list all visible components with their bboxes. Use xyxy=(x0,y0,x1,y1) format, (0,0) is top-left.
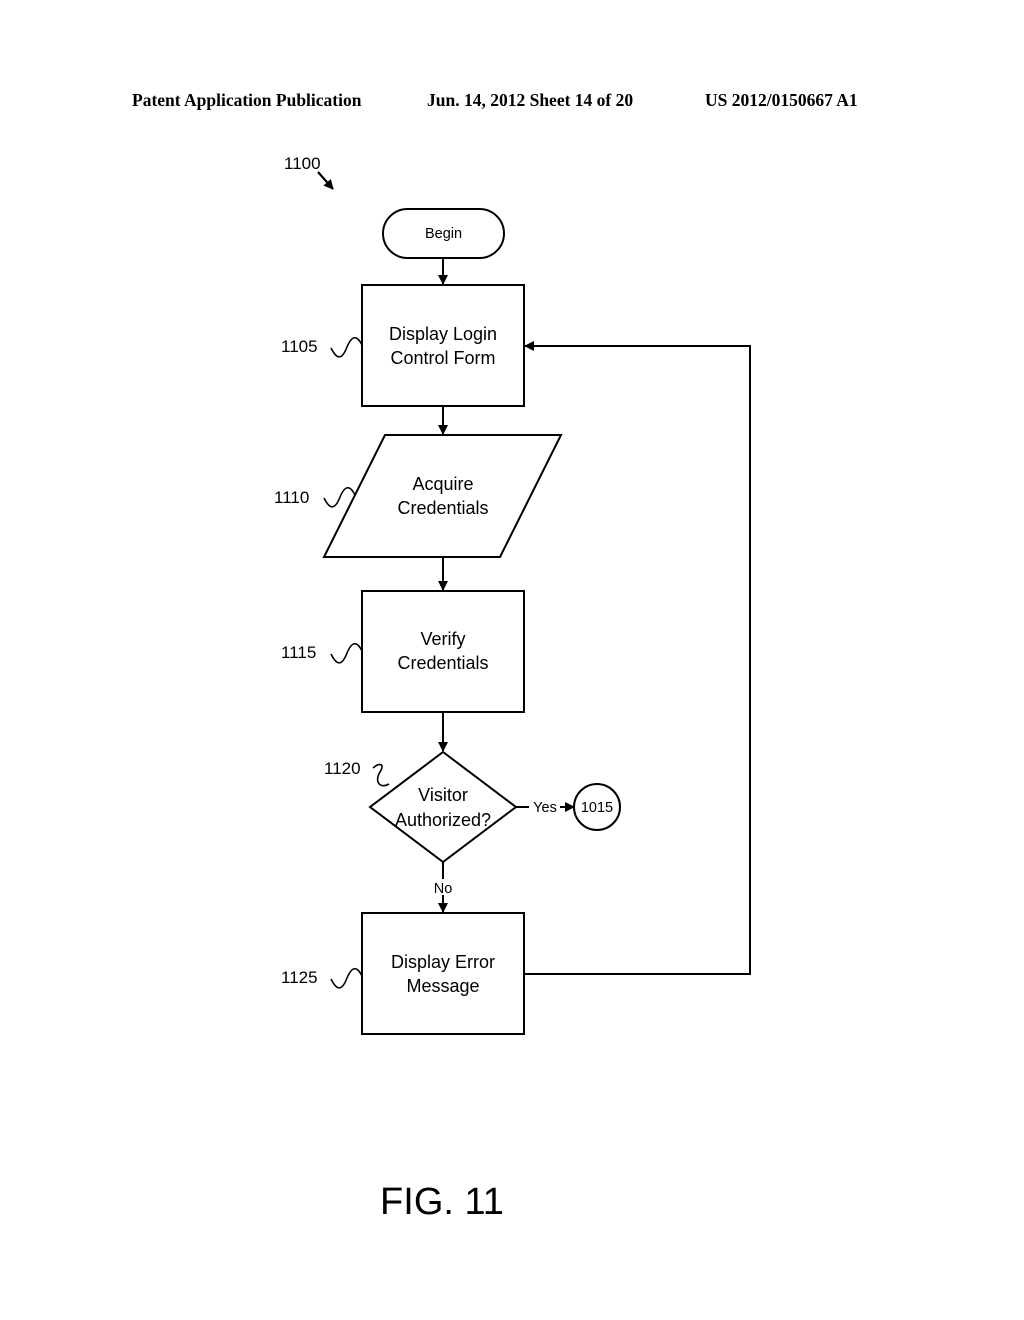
node-begin-label: Begin xyxy=(425,226,462,242)
node-1115-line1: Verify xyxy=(420,629,465,649)
node-1115-ref: 1115 xyxy=(281,643,316,662)
node-1110-line1: Acquire xyxy=(412,474,473,494)
node-1110: Acquire Credentials 1110 xyxy=(274,434,563,558)
ref-leader-1115 xyxy=(330,642,363,664)
figure-caption: FIG. 11 xyxy=(380,1181,504,1223)
ref-leader-1125 xyxy=(330,967,363,989)
node-1105-ref: 1105 xyxy=(281,337,318,356)
edge-yes-label: Yes xyxy=(533,800,557,816)
figure-ref-label: 1100 xyxy=(284,154,321,173)
decision-shape xyxy=(368,750,518,864)
node-1105-line1: Display Login xyxy=(389,324,497,344)
node-1120-ref: 1120 xyxy=(324,759,361,778)
node-1125: Display Error Message 1125 xyxy=(281,912,525,1035)
node-1105-line2: Control Form xyxy=(390,348,495,368)
process-shape xyxy=(361,912,525,1035)
node-1125-line1: Display Error xyxy=(391,952,495,972)
node-1015-label: 1015 xyxy=(581,800,613,816)
node-begin: Begin xyxy=(382,208,505,259)
process-shape xyxy=(361,284,525,407)
node-1105: Display Login Control Form 1105 xyxy=(281,284,525,407)
process-shape xyxy=(361,590,525,713)
node-1015: 1015 xyxy=(573,783,621,831)
node-1115-line2: Credentials xyxy=(397,653,488,673)
node-1120: Visitor Authorized? 1120 xyxy=(324,750,518,864)
figure-ref-arrow xyxy=(317,171,334,190)
node-1110-line2: Credentials xyxy=(397,498,488,518)
edge-no-label: No xyxy=(434,881,453,897)
node-1120-line2: Authorized? xyxy=(395,810,491,830)
ref-leader-1105 xyxy=(330,336,363,358)
flowchart: 1100 Begin Display Login Control Form 11… xyxy=(274,154,751,1223)
ref-leader-1120 xyxy=(372,763,390,787)
node-1120-line1: Visitor xyxy=(418,785,468,805)
node-1125-line2: Message xyxy=(406,976,479,996)
io-shape xyxy=(322,434,563,558)
node-1115: Verify Credentials 1115 xyxy=(281,590,525,713)
node-1110-ref: 1110 xyxy=(274,488,309,507)
node-1125-ref: 1125 xyxy=(281,968,318,987)
